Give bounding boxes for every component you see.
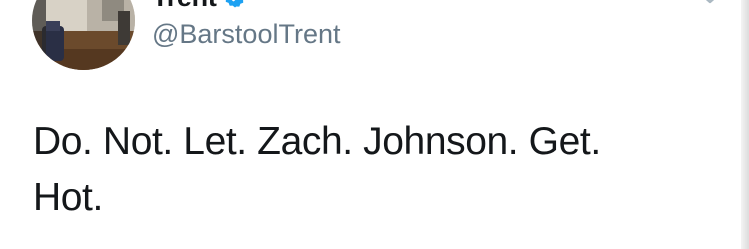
verified-badge-icon — [223, 0, 247, 9]
tweet-text: Do. Not. Let. Zach. Johnson. Get. Hot. — [33, 120, 601, 219]
profile-photo-icon — [32, 0, 135, 70]
author-name-row: Trent — [152, 0, 247, 12]
page-edge-divider — [741, 0, 749, 249]
author-handle[interactable]: @BarstoolTrent — [152, 19, 340, 50]
author-display-name[interactable]: Trent — [152, 0, 217, 13]
chevron-down-icon[interactable] — [696, 0, 724, 8]
author-avatar[interactable] — [32, 0, 135, 70]
tweet-card: Trent @BarstoolTrent Do. Not. Let. Zach.… — [0, 0, 749, 249]
